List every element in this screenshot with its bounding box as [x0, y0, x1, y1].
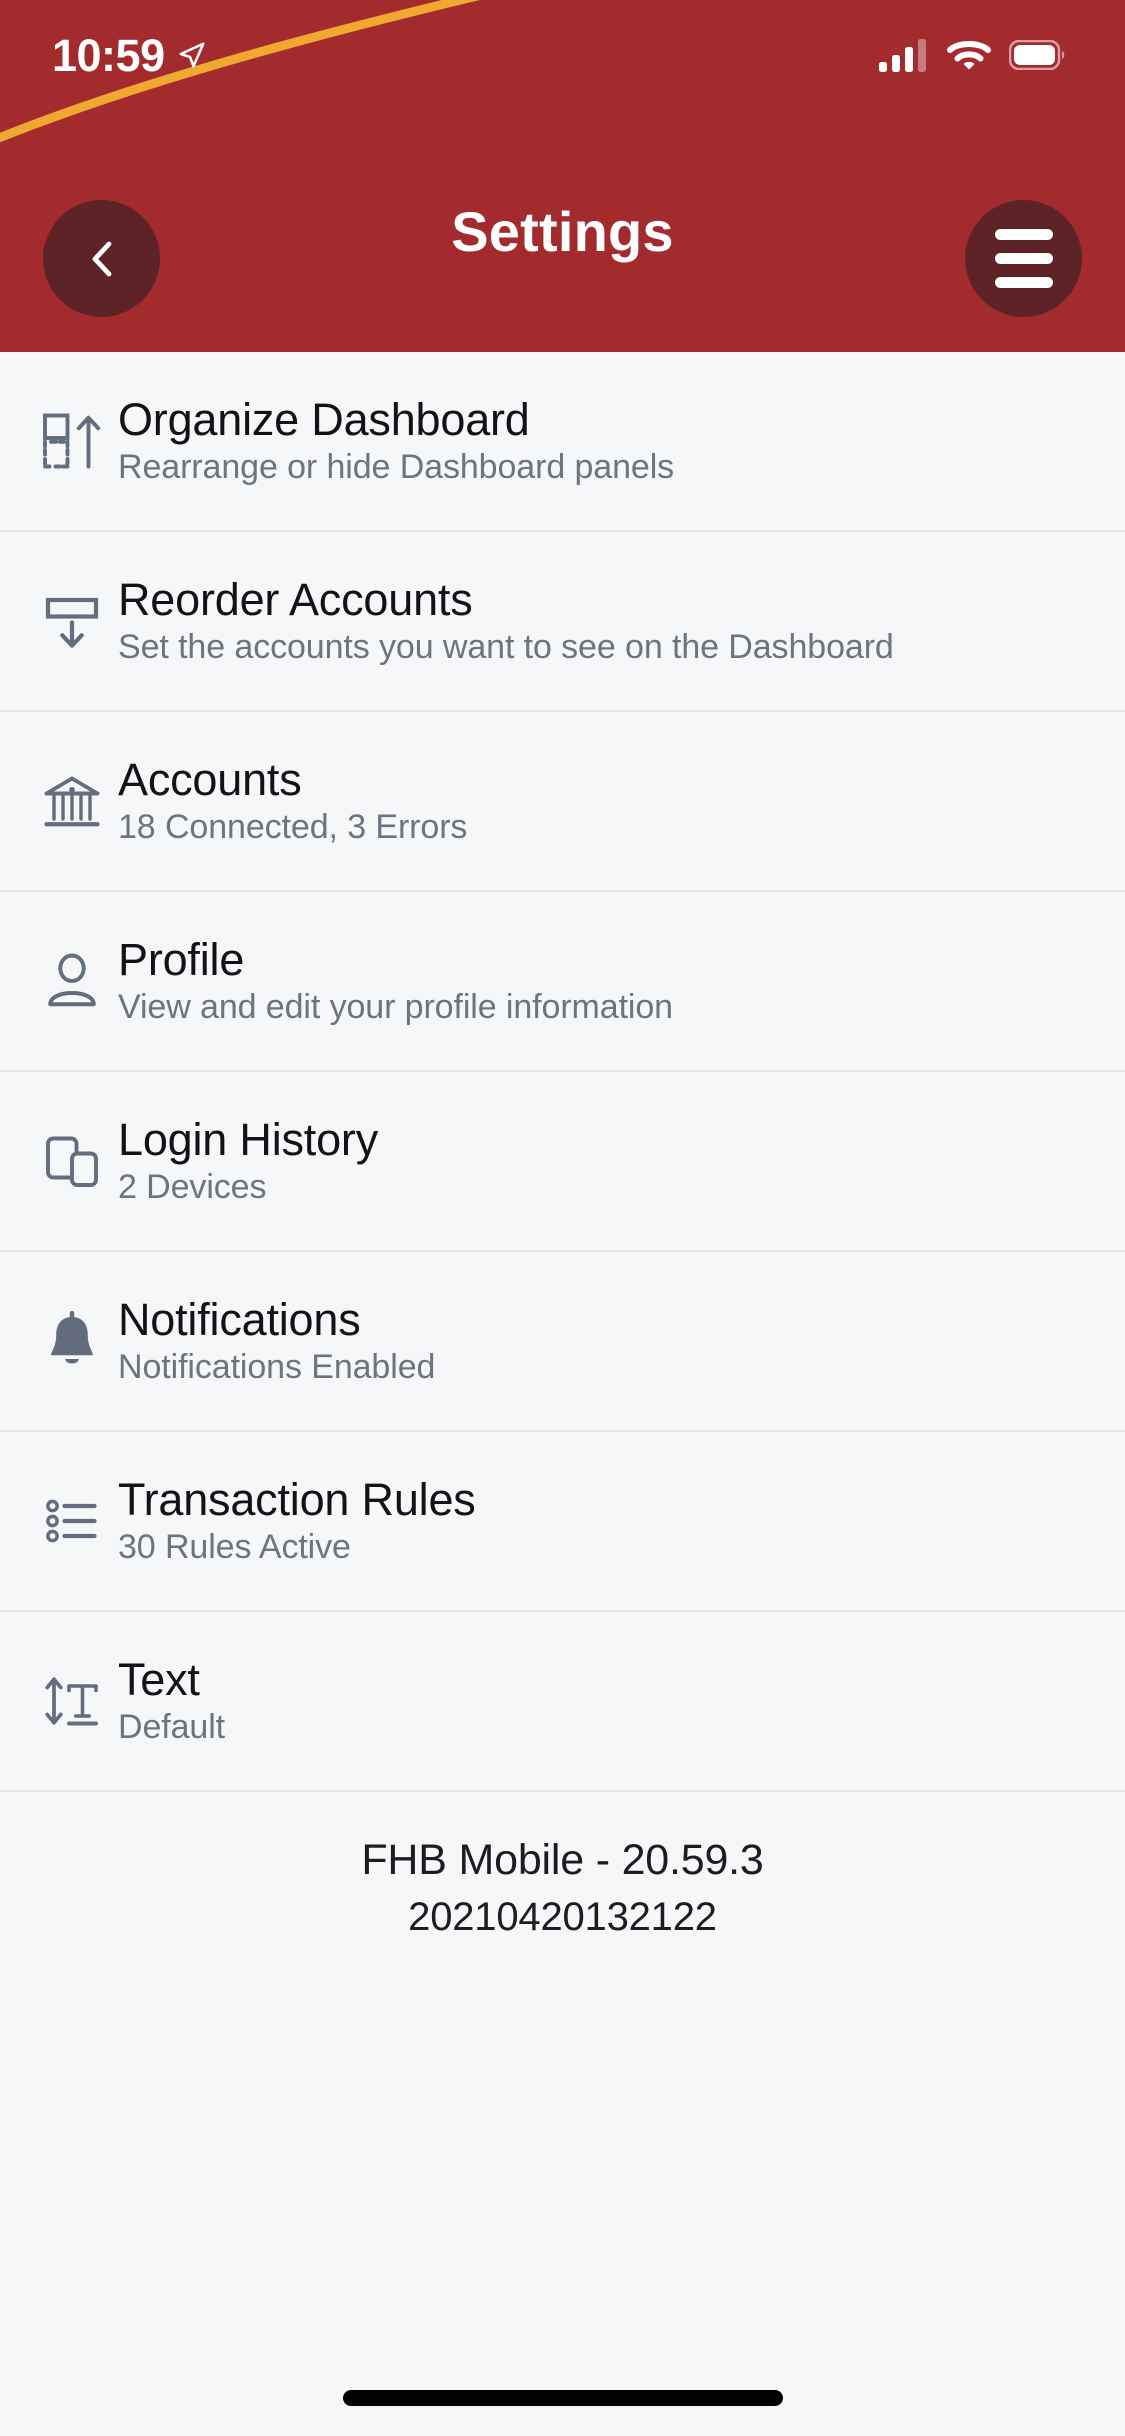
status-bar: 10:59	[0, 0, 1125, 110]
wifi-icon	[947, 41, 991, 70]
settings-row-title: Reorder Accounts	[118, 574, 473, 626]
settings-row-subtitle: 30 Rules Active	[118, 1528, 351, 1567]
settings-row-accounts[interactable]: Accounts 18 Connected, 3 Errors	[0, 712, 1125, 892]
settings-row-text: Login History 2 Devices	[118, 1116, 378, 1206]
settings-row-subtitle: 18 Connected, 3 Errors	[118, 808, 468, 847]
person-icon	[26, 935, 118, 1027]
location-arrow-icon	[179, 42, 205, 68]
settings-row-title: Notifications	[118, 1294, 361, 1346]
settings-row-text: Reorder Accounts Set the accounts you wa…	[118, 576, 894, 666]
back-button[interactable]	[43, 200, 160, 317]
settings-row-title: Organize Dashboard	[118, 394, 530, 446]
settings-row-profile[interactable]: Profile View and edit your profile infor…	[0, 892, 1125, 1072]
settings-row-subtitle: 2 Devices	[118, 1168, 267, 1207]
settings-row-text: Organize Dashboard Rearrange or hide Das…	[118, 396, 674, 486]
settings-row-text-size[interactable]: Text Default	[0, 1612, 1125, 1792]
settings-row-login-history[interactable]: Login History 2 Devices	[0, 1072, 1125, 1252]
reorder-accounts-icon	[26, 575, 118, 667]
chevron-left-icon	[92, 241, 111, 276]
settings-row-reorder-accounts[interactable]: Reorder Accounts Set the accounts you wa…	[0, 532, 1125, 712]
status-bar-left: 10:59	[52, 33, 207, 78]
settings-row-text: Accounts 18 Connected, 3 Errors	[118, 756, 467, 846]
app-header: 10:59 Settings	[0, 0, 1125, 352]
battery-full-icon	[1009, 40, 1065, 70]
bell-icon	[26, 1295, 118, 1387]
app-version-footer: FHB Mobile - 20.59.3 20210420132122	[0, 1792, 1125, 1940]
settings-row-subtitle: Rearrange or hide Dashboard panels	[118, 448, 675, 487]
settings-screen: 10:59 Settings Organize Dashboard Rearra…	[0, 0, 1125, 2436]
settings-row-title: Accounts	[118, 754, 302, 806]
app-version-label: FHB Mobile - 20.59.3	[361, 1836, 764, 1884]
hamburger-menu-icon	[994, 229, 1053, 288]
settings-row-title: Transaction Rules	[118, 1474, 476, 1526]
home-indicator	[342, 2390, 783, 2406]
settings-row-subtitle: View and edit your profile information	[118, 988, 673, 1027]
settings-row-notifications[interactable]: Notifications Notifications Enabled	[0, 1252, 1125, 1432]
settings-row-title: Text	[118, 1654, 200, 1706]
devices-icon	[26, 1115, 118, 1207]
settings-row-title: Profile	[118, 934, 245, 986]
settings-row-text: Transaction Rules 30 Rules Active	[118, 1476, 476, 1566]
settings-row-text: Notifications Notifications Enabled	[118, 1296, 435, 1386]
nav-bar: Settings	[0, 110, 1125, 352]
settings-list: Organize Dashboard Rearrange or hide Das…	[0, 352, 1125, 1792]
text-size-icon	[26, 1655, 118, 1747]
cellular-signal-icon	[879, 39, 926, 72]
settings-row-text: Profile View and edit your profile infor…	[118, 936, 673, 1026]
bank-icon	[26, 755, 118, 847]
settings-row-subtitle: Set the accounts you want to see on the …	[118, 628, 894, 667]
settings-row-organize-dashboard[interactable]: Organize Dashboard Rearrange or hide Das…	[0, 352, 1125, 532]
list-rules-icon	[26, 1475, 118, 1567]
settings-row-subtitle: Default	[118, 1708, 226, 1747]
organize-dashboard-icon	[26, 395, 118, 487]
settings-row-title: Login History	[118, 1114, 379, 1166]
settings-row-subtitle: Notifications Enabled	[118, 1348, 436, 1387]
status-bar-right	[879, 38, 1067, 72]
settings-row-text: Text Default	[118, 1656, 225, 1746]
menu-button[interactable]	[965, 200, 1082, 317]
app-build-label: 20210420132122	[408, 1895, 717, 1939]
page-title: Settings	[451, 199, 674, 263]
status-bar-time: 10:59	[52, 29, 165, 81]
settings-row-transaction-rules[interactable]: Transaction Rules 30 Rules Active	[0, 1432, 1125, 1612]
